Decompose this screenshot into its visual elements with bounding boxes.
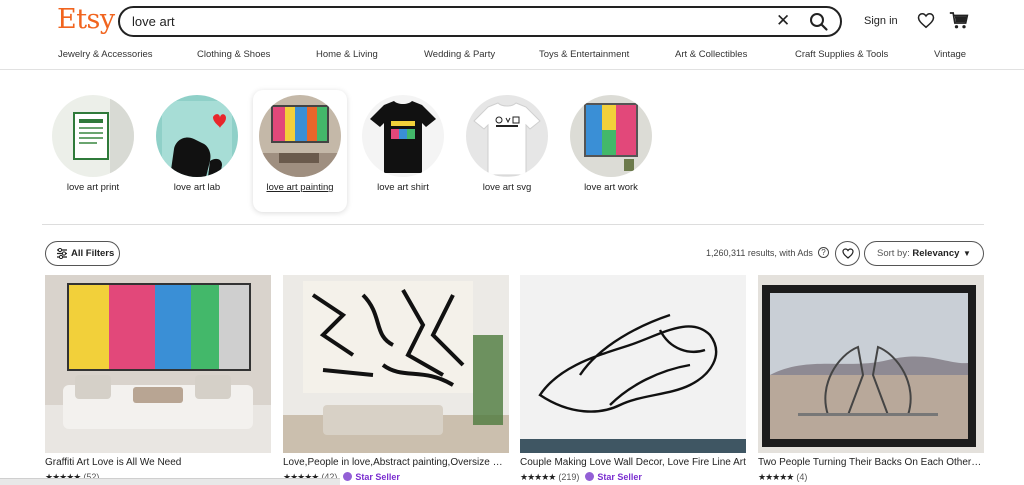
category-label: love art painting [266,182,334,193]
listing-card[interactable]: Love,People in love,Abstract painting,Ov… [283,275,509,485]
review-count: (219) [558,472,580,482]
filter-sliders-icon [57,248,67,259]
nav-clothing-shoes[interactable]: Clothing & Shoes [197,49,270,60]
white-tshirt-thumbnail [466,95,548,177]
star-seller-badge: Star Seller [585,472,642,482]
category-label: love art work [584,182,638,193]
star-seller-icon [343,472,353,481]
dog-silhouette-thumbnail [156,95,238,177]
results-count: 1,260,311 results, with Ads [706,248,813,258]
category-love-art-print[interactable]: love art print [46,90,140,212]
nav-art-collectibles[interactable]: Art & Collectibles [675,49,747,60]
category-love-art-shirt[interactable]: love art shirt [356,90,450,212]
category-label: love art lab [173,182,221,193]
chevron-down-icon: ▼ [963,249,971,258]
sign-in-link[interactable]: Sign in [864,15,898,27]
black-tshirt-thumbnail [362,95,444,177]
sort-value: Relevancy [912,248,960,259]
nav-jewelry-accessories[interactable]: Jewelry & Accessories [58,49,153,60]
framed-print-thumbnail [52,95,134,177]
listing-title[interactable]: Two People Turning Their Backs On Each O… [758,457,984,468]
listing-title[interactable]: Love,People in love,Abstract painting,Ov… [283,457,509,468]
listing-card[interactable]: Couple Making Love Wall Decor, Love Fire… [520,275,746,485]
category-nav: Jewelry & Accessories Clothing & Shoes H… [0,49,1024,63]
search-bar[interactable]: love art ✕ [118,6,842,37]
search-input[interactable]: love art [132,14,175,29]
shopping-cart-icon[interactable] [949,11,969,30]
star-seller-label: Star Seller [597,472,642,482]
listing-rating: ★★★★★ (219) Star Seller [520,472,642,483]
category-label: love art print [66,182,120,193]
star-seller-icon [585,472,595,481]
category-love-art-lab[interactable]: love art lab [150,90,244,212]
category-love-art-painting[interactable]: love art painting [253,90,347,212]
rating-stars: ★★★★★ [520,472,556,482]
all-filters-label: All Filters [71,248,115,259]
etsy-logo[interactable]: Etsy [57,4,115,35]
star-seller-label: Star Seller [355,472,400,482]
listing-title[interactable]: Couple Making Love Wall Decor, Love Fire… [520,457,746,468]
nav-home-living[interactable]: Home & Living [316,49,378,60]
rating-stars: ★★★★★ [758,472,794,482]
category-love-art-work[interactable]: love art work [564,90,658,212]
site-header: Etsy love art ✕ Sign in Jewelry & Access… [0,0,1024,70]
listing-image-couple-line-art[interactable] [520,275,746,453]
listing-rating: ★★★★★ (4) [758,472,807,483]
listing-image-graffiti-love[interactable] [45,275,271,453]
nav-wedding-party[interactable]: Wedding & Party [424,49,495,60]
listing-card[interactable]: Graffiti Art Love is All We Need ★★★★★ (5… [45,275,271,485]
canvas-artwork-thumbnail [570,95,652,177]
category-label: love art svg [482,182,532,193]
listing-card[interactable]: Two People Turning Their Backs On Each O… [758,275,984,485]
sort-label: Sort by: [877,248,910,259]
nav-craft-supplies-tools[interactable]: Craft Supplies & Tools [795,49,888,60]
category-love-art-svg[interactable]: love art svg [460,90,554,212]
info-icon[interactable]: ? [818,247,829,258]
graffiti-painting-thumbnail [259,95,341,177]
listing-title[interactable]: Graffiti Art Love is All We Need [45,457,271,468]
section-divider [42,224,984,225]
category-label: love art shirt [377,182,429,193]
review-count: (4) [796,472,808,482]
favorites-heart-icon[interactable] [917,12,935,29]
listing-image-abstract-love[interactable] [283,275,509,453]
all-filters-button[interactable]: All Filters [45,241,120,266]
star-seller-badge: Star Seller [343,472,400,482]
nav-toys-entertainment[interactable]: Toys & Entertainment [539,49,629,60]
nav-vintage[interactable]: Vintage [934,49,966,60]
clear-search-icon[interactable]: ✕ [776,11,790,31]
sort-dropdown[interactable]: Sort by: Relevancy ▼ [864,241,984,266]
listing-image-two-people-sculpture[interactable] [758,275,984,453]
heart-icon [842,248,854,259]
search-icon[interactable] [808,11,832,33]
browser-status-bar [0,478,340,485]
favorite-search-button[interactable] [835,241,860,266]
